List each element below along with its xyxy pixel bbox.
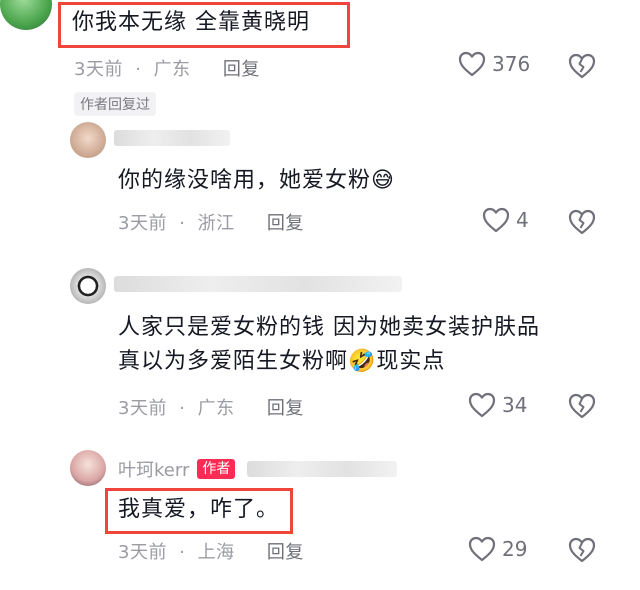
- comment-location: 广东: [153, 59, 191, 80]
- reply-text: 我真爱，咋了。: [118, 497, 280, 522]
- comment-text: 你我本无缘 全靠黄晓明: [72, 10, 310, 35]
- heart-outline-icon: [482, 207, 510, 233]
- reply-button[interactable]: 回复: [267, 209, 304, 235]
- author-username[interactable]: 叶珂kerr: [118, 456, 189, 482]
- reply-button[interactable]: 回复: [223, 55, 260, 81]
- like-button[interactable]: 29: [468, 536, 527, 562]
- reply-time: 3天前: [118, 542, 167, 563]
- reply-text-line1: 人家只是爱女粉的钱 因为她卖女装护肤品: [118, 315, 540, 340]
- reply-button[interactable]: 回复: [267, 394, 304, 420]
- like-button[interactable]: 34: [468, 392, 527, 418]
- avatar[interactable]: [70, 268, 106, 304]
- broken-heart-icon[interactable]: [568, 393, 596, 419]
- comment-meta: 3天前 · 广东 回复: [74, 55, 260, 81]
- avatar[interactable]: [0, 0, 52, 30]
- reply-text: 你的缘没啥用，她爱女粉😅: [118, 168, 395, 193]
- author-replied-chip: 作者回复过: [74, 92, 156, 116]
- like-count: 4: [516, 208, 529, 232]
- reply-location: 浙江: [197, 213, 235, 234]
- reply-meta: 3天前 · 上海 回复: [118, 538, 304, 564]
- avatar[interactable]: [70, 122, 106, 158]
- blurred-username: [114, 130, 230, 146]
- separator-dot: ·: [135, 59, 142, 80]
- reply-meta: 3天前 · 广东 回复: [118, 394, 304, 420]
- reply-button[interactable]: 回复: [267, 538, 304, 564]
- like-count: 34: [502, 393, 528, 417]
- heart-outline-icon: [468, 392, 496, 418]
- author-tag: 作者: [197, 459, 236, 479]
- avatar[interactable]: [70, 450, 106, 486]
- heart-outline-icon: [458, 51, 486, 77]
- reply-text-line2: 真以为多爱陌生女粉啊🤣现实点: [118, 349, 446, 374]
- reply-time: 3天前: [118, 398, 167, 419]
- broken-heart-icon[interactable]: [568, 53, 596, 79]
- blurred-username: [114, 276, 402, 292]
- like-button[interactable]: 4: [482, 207, 529, 233]
- reply-time: 3天前: [118, 213, 167, 234]
- broken-heart-icon[interactable]: [568, 537, 596, 563]
- reply-meta: 3天前 · 浙江 回复: [118, 209, 304, 235]
- broken-heart-icon[interactable]: [568, 209, 596, 235]
- reply-location: 上海: [197, 542, 235, 563]
- separator-dot: ·: [179, 213, 186, 234]
- blurred-reply-target: [247, 461, 398, 477]
- reply-location: 广东: [197, 398, 235, 419]
- separator-dot: ·: [179, 542, 186, 563]
- reply-header: 叶珂kerr 作者: [118, 456, 398, 482]
- separator-dot: ·: [179, 398, 186, 419]
- like-count: 376: [492, 52, 531, 76]
- comment-time: 3天前: [74, 59, 123, 80]
- heart-outline-icon: [468, 536, 496, 562]
- like-count: 29: [502, 537, 528, 561]
- like-button[interactable]: 376: [458, 51, 530, 77]
